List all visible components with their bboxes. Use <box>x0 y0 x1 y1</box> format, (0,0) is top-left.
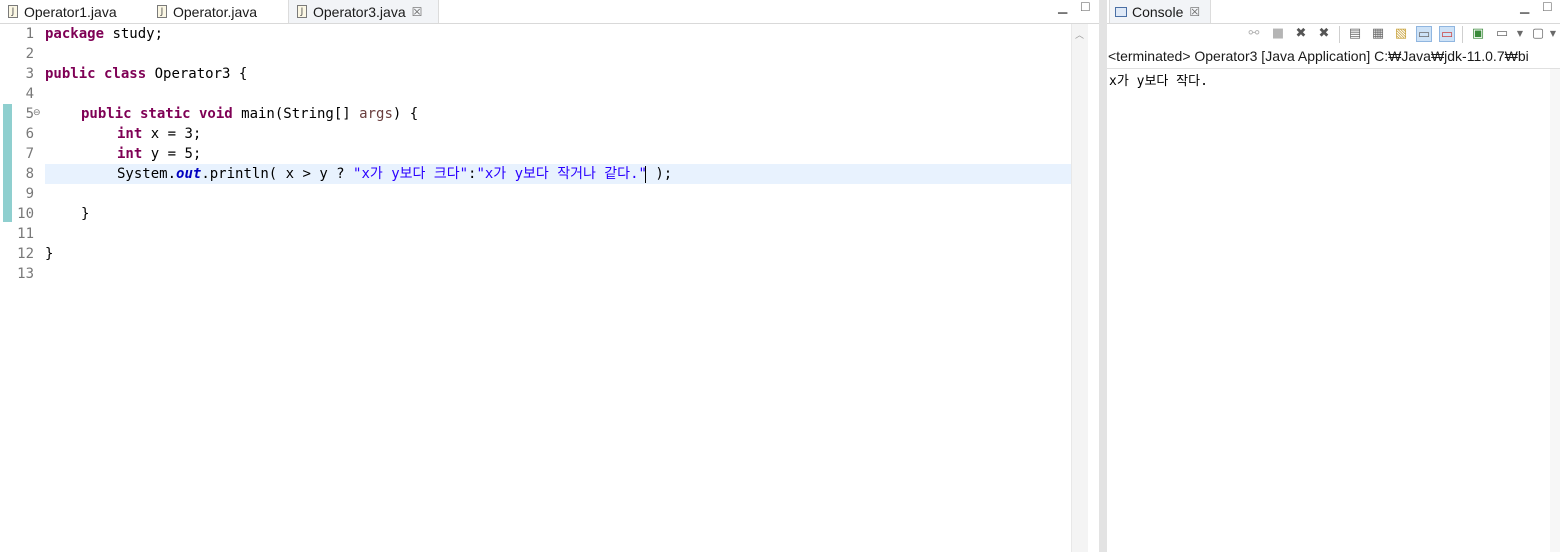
line-number: 2 <box>25 46 34 62</box>
console-output-area[interactable] <box>1107 68 1560 553</box>
line-number: 1 <box>25 26 34 42</box>
minimize-icon[interactable]: ▁ <box>1520 0 1529 14</box>
tab-console[interactable]: Console ☒ <box>1109 0 1211 23</box>
keyword: int <box>117 146 143 162</box>
code-text: study; <box>104 26 164 42</box>
display-selected-console-icon[interactable]: ▭ <box>1494 26 1510 42</box>
line-number: 5 <box>25 106 34 122</box>
remove-all-terminated-icon[interactable]: ✖ <box>1316 26 1332 42</box>
scroll-up-icon[interactable]: ︿ <box>1075 28 1084 41</box>
tab-operator-java[interactable]: J Operator.java <box>157 0 257 23</box>
code-line-7[interactable]: int y = 5; <box>117 144 201 164</box>
remove-launch-icon[interactable]: ✖ <box>1293 26 1309 42</box>
quick-diff-change-bar <box>3 104 12 222</box>
line-number: 4 <box>25 86 34 102</box>
line-number: 3 <box>25 66 34 82</box>
tab-label: Operator.java <box>173 3 258 20</box>
toolbar-separator <box>1339 26 1340 43</box>
close-tab-icon[interactable]: ☒ <box>412 5 423 19</box>
close-tab-icon[interactable]: ☒ <box>1189 5 1200 19</box>
line-number: 9 <box>25 186 34 202</box>
line-number: 12 <box>17 246 34 262</box>
line-number: 6 <box>25 126 34 142</box>
console-icon <box>1115 6 1127 17</box>
chevron-down-icon[interactable]: ▼ <box>1548 26 1558 42</box>
code-line-6[interactable]: int x = 3; <box>117 124 201 144</box>
code-line-8[interactable]: System.out.println( x > y ? "x가 y보다 크다":… <box>117 164 672 184</box>
keyword: package <box>45 26 105 42</box>
word-wrap-icon[interactable]: ▧ <box>1393 26 1409 42</box>
code-line-3[interactable]: public class Operator3 { <box>45 64 247 84</box>
editor-vertical-scrollbar[interactable] <box>1071 24 1088 552</box>
code-text: ) { <box>392 106 419 122</box>
tab-label: Console <box>1132 3 1184 20</box>
code-line-5[interactable]: public static void main(String[] args) { <box>81 104 418 124</box>
code-text: main(String[] <box>232 106 360 122</box>
text-caret <box>645 166 646 183</box>
open-console-icon[interactable]: ▢ <box>1530 26 1546 42</box>
fold-collapse-icon[interactable]: ⊖ <box>33 109 42 118</box>
maximize-icon[interactable]: ☐ <box>1542 0 1553 14</box>
keyword: public static void <box>81 106 233 122</box>
parameter-name: args <box>359 106 393 122</box>
clear-console-icon[interactable]: ▤ <box>1347 26 1363 42</box>
code-line-10[interactable]: } <box>81 204 89 224</box>
java-file-icon: J <box>8 5 18 18</box>
show-on-stdout-icon[interactable]: ▭ <box>1416 26 1432 42</box>
console-process-description: <terminated> Operator3 [Java Application… <box>1108 48 1529 64</box>
maximize-icon[interactable]: ☐ <box>1080 0 1091 14</box>
tab-label: Operator1.java <box>24 3 117 20</box>
code-text: x = 3; <box>142 126 202 142</box>
code-text: } <box>81 206 90 222</box>
terminate-icon[interactable]: ■ <box>1270 26 1286 42</box>
keyword: int <box>117 126 143 142</box>
console-vertical-scrollbar[interactable] <box>1550 69 1560 552</box>
line-number: 13 <box>17 266 34 282</box>
code-text: .println( x > y ? <box>201 166 354 182</box>
line-number: 7 <box>25 146 34 162</box>
scroll-lock-icon[interactable]: ▦ <box>1370 26 1386 42</box>
link-icon[interactable]: ⚯ <box>1246 26 1262 42</box>
toolbar-separator <box>1462 26 1463 43</box>
tab-operator3-java[interactable]: J Operator3.java ☒ <box>288 0 439 23</box>
line-number: 8 <box>25 166 34 182</box>
minimize-icon[interactable]: ▁ <box>1058 0 1067 14</box>
line-number: 10 <box>17 206 34 222</box>
static-field: out <box>176 166 202 182</box>
show-on-stderr-icon[interactable]: ▭ <box>1439 26 1455 42</box>
code-line-12[interactable]: } <box>45 244 53 264</box>
keyword: public class <box>45 66 147 82</box>
code-text: y = 5; <box>142 146 202 162</box>
chevron-down-icon[interactable]: ▼ <box>1512 26 1528 42</box>
string-literal: "x가 y보다 작거나 같다." <box>476 166 647 182</box>
code-text: ); <box>646 166 673 182</box>
line-number: 11 <box>17 226 34 242</box>
pane-splitter[interactable] <box>1099 0 1107 552</box>
pin-console-icon[interactable]: ▣ <box>1470 26 1486 42</box>
code-line-1[interactable]: package study; <box>45 24 163 44</box>
java-file-icon: J <box>157 5 167 18</box>
code-text: Operator3 { <box>146 66 248 82</box>
java-file-icon: J <box>297 5 307 18</box>
tab-label: Operator3.java <box>313 3 406 20</box>
code-text: } <box>45 246 54 262</box>
tab-operator1-java[interactable]: J Operator1.java <box>8 0 117 23</box>
console-output-line: x가 y보다 작다. <box>1109 74 1208 89</box>
code-text: System. <box>117 166 177 182</box>
console-toolbar <box>1107 24 1560 46</box>
string-literal: "x가 y보다 크다" <box>353 166 469 182</box>
